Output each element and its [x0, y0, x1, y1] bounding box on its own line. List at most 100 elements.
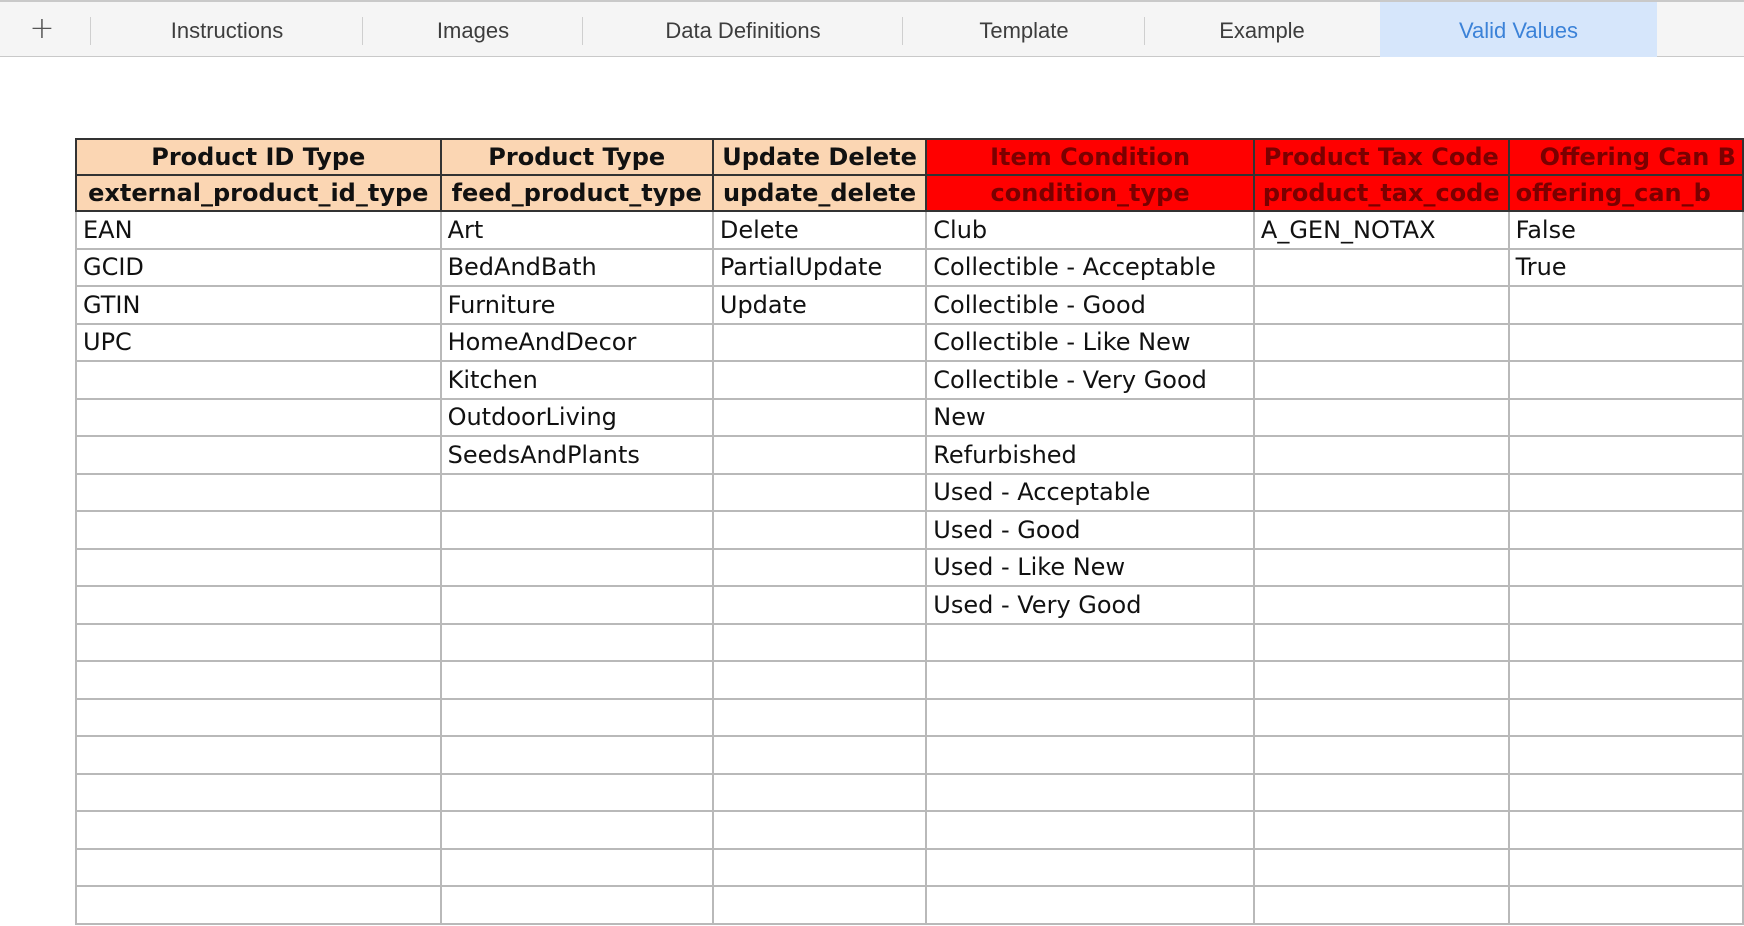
- table-cell[interactable]: [1252, 585, 1510, 625]
- tab-example[interactable]: Example: [1146, 2, 1378, 57]
- table-cell[interactable]: Delete: [711, 210, 928, 250]
- table-cell[interactable]: [439, 885, 714, 925]
- table-cell[interactable]: [75, 435, 442, 475]
- table-cell[interactable]: [711, 697, 928, 737]
- table-cell[interactable]: Art: [439, 210, 714, 250]
- table-cell[interactable]: [711, 622, 928, 662]
- table-cell[interactable]: Used - Like New: [925, 547, 1255, 587]
- add-sheet-button[interactable]: +: [20, 12, 64, 46]
- table-cell[interactable]: [1252, 247, 1510, 287]
- table-cell[interactable]: Furniture: [439, 285, 714, 325]
- field-name-header[interactable]: external_product_id_type: [75, 174, 442, 212]
- table-cell[interactable]: [439, 472, 714, 512]
- table-cell[interactable]: EAN: [75, 210, 442, 250]
- table-cell[interactable]: [75, 847, 442, 887]
- table-cell[interactable]: [711, 397, 928, 437]
- table-cell[interactable]: [1507, 622, 1744, 662]
- table-cell[interactable]: [711, 360, 928, 400]
- table-cell[interactable]: UPC: [75, 322, 442, 362]
- table-cell[interactable]: [75, 810, 442, 850]
- table-cell[interactable]: [439, 547, 714, 587]
- table-cell[interactable]: [925, 735, 1255, 775]
- table-cell[interactable]: Collectible - Very Good: [925, 360, 1255, 400]
- table-cell[interactable]: [1252, 322, 1510, 362]
- table-cell[interactable]: [1252, 510, 1510, 550]
- table-cell[interactable]: [1252, 622, 1510, 662]
- table-cell[interactable]: [711, 510, 928, 550]
- tab-template[interactable]: Template: [904, 2, 1144, 57]
- table-cell[interactable]: False: [1507, 210, 1744, 250]
- table-cell[interactable]: [1252, 360, 1510, 400]
- table-cell[interactable]: [711, 322, 928, 362]
- table-cell[interactable]: [1507, 772, 1744, 812]
- table-cell[interactable]: PartialUpdate: [711, 247, 928, 287]
- field-name-header[interactable]: feed_product_type: [439, 174, 714, 212]
- table-cell[interactable]: [439, 660, 714, 700]
- table-cell[interactable]: [75, 660, 442, 700]
- table-cell[interactable]: [1252, 435, 1510, 475]
- table-cell[interactable]: [1252, 847, 1510, 887]
- table-cell[interactable]: [439, 735, 714, 775]
- table-cell[interactable]: New: [925, 397, 1255, 437]
- table-cell[interactable]: [439, 585, 714, 625]
- table-cell[interactable]: True: [1507, 247, 1744, 287]
- table-cell[interactable]: [925, 847, 1255, 887]
- column-header[interactable]: Product Type: [439, 138, 714, 176]
- column-header[interactable]: Product Tax Code: [1252, 138, 1510, 176]
- table-cell[interactable]: [711, 772, 928, 812]
- table-cell[interactable]: [711, 547, 928, 587]
- table-cell[interactable]: [1252, 810, 1510, 850]
- table-cell[interactable]: BedAndBath: [439, 247, 714, 287]
- table-cell[interactable]: [925, 622, 1255, 662]
- table-cell[interactable]: Collectible - Good: [925, 285, 1255, 325]
- table-cell[interactable]: [439, 847, 714, 887]
- table-cell[interactable]: [711, 810, 928, 850]
- table-cell[interactable]: [75, 585, 442, 625]
- table-cell[interactable]: [711, 472, 928, 512]
- table-cell[interactable]: Update: [711, 285, 928, 325]
- table-cell[interactable]: [1507, 285, 1744, 325]
- table-cell[interactable]: [925, 697, 1255, 737]
- table-cell[interactable]: [1507, 847, 1744, 887]
- table-cell[interactable]: [925, 885, 1255, 925]
- table-cell[interactable]: [1252, 697, 1510, 737]
- field-name-header[interactable]: condition_type: [925, 174, 1255, 212]
- table-cell[interactable]: [439, 622, 714, 662]
- table-cell[interactable]: [75, 697, 442, 737]
- table-cell[interactable]: [1252, 660, 1510, 700]
- table-cell[interactable]: [1507, 810, 1744, 850]
- table-cell[interactable]: [1507, 585, 1744, 625]
- table-cell[interactable]: [1507, 697, 1744, 737]
- table-cell[interactable]: [711, 847, 928, 887]
- table-cell[interactable]: [1252, 735, 1510, 775]
- table-cell[interactable]: [1507, 322, 1744, 362]
- column-header[interactable]: Item Condition: [925, 138, 1255, 176]
- table-cell[interactable]: HomeAndDecor: [439, 322, 714, 362]
- table-cell[interactable]: [1252, 472, 1510, 512]
- table-cell[interactable]: [1252, 547, 1510, 587]
- table-cell[interactable]: [1507, 397, 1744, 437]
- tab-valid-values[interactable]: Valid Values: [1380, 2, 1657, 57]
- column-header[interactable]: Product ID Type: [75, 138, 442, 176]
- table-cell[interactable]: [75, 472, 442, 512]
- tab-images[interactable]: Images: [364, 2, 582, 57]
- table-cell[interactable]: GCID: [75, 247, 442, 287]
- table-cell[interactable]: [1252, 285, 1510, 325]
- table-cell[interactable]: [439, 772, 714, 812]
- table-cell[interactable]: [439, 510, 714, 550]
- field-name-header[interactable]: offering_can_b: [1507, 174, 1744, 212]
- table-cell[interactable]: [925, 660, 1255, 700]
- table-cell[interactable]: [1507, 547, 1744, 587]
- table-cell[interactable]: [1507, 885, 1744, 925]
- field-name-header[interactable]: product_tax_code: [1252, 174, 1510, 212]
- column-header[interactable]: Offering Can B: [1507, 138, 1744, 176]
- table-cell[interactable]: [75, 547, 442, 587]
- table-cell[interactable]: [1507, 360, 1744, 400]
- table-cell[interactable]: [925, 772, 1255, 812]
- table-cell[interactable]: GTIN: [75, 285, 442, 325]
- table-cell[interactable]: Refurbished: [925, 435, 1255, 475]
- table-cell[interactable]: [75, 622, 442, 662]
- table-cell[interactable]: [711, 885, 928, 925]
- table-cell[interactable]: [75, 735, 442, 775]
- table-cell[interactable]: [1507, 472, 1744, 512]
